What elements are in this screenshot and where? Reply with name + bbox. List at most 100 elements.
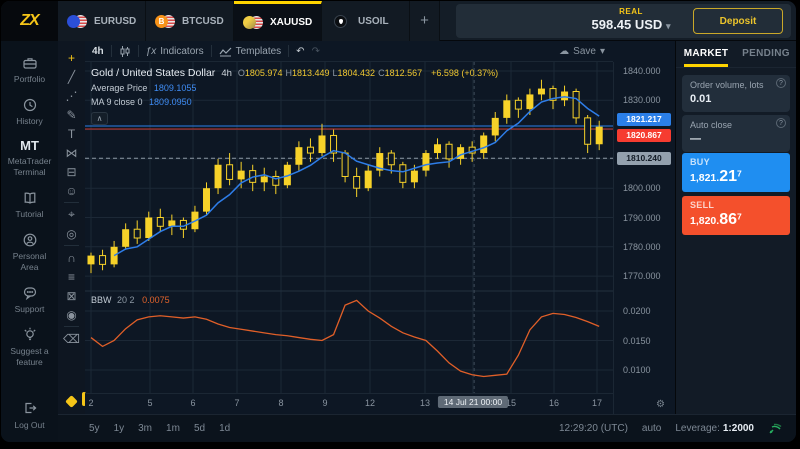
symbol-name[interactable]: Gold / United States Dollar xyxy=(91,67,215,79)
price-axis[interactable]: ⚙ 1840.0001830.0001800.0001790.0001780.0… xyxy=(613,62,675,414)
sidebar-item-tutorial[interactable]: Tutorial xyxy=(1,189,58,220)
sidebar-item-portfolio[interactable]: Portfolio xyxy=(1,54,58,85)
sidebar-item-suggest-a-feature[interactable]: Suggest a feature xyxy=(1,326,58,368)
add-instrument-tab-button[interactable]: + xyxy=(410,1,440,41)
remove-drawings-tool-icon[interactable]: ⌫ xyxy=(62,329,81,348)
cloud-icon: ☁ xyxy=(559,46,569,57)
text-tool-icon[interactable]: T xyxy=(62,124,81,143)
sidebar-item-support[interactable]: Support xyxy=(1,284,58,315)
emoji-tool-icon[interactable]: ☺ xyxy=(62,181,81,200)
instrument-tab-xauusd[interactable]: XAUUSD xyxy=(234,1,322,41)
instrument-tab-btcusd[interactable]: BBTCUSD xyxy=(146,1,234,41)
indicators-button[interactable]: ƒx Indicators xyxy=(146,46,204,57)
fib-retracement-tool-icon[interactable]: ⋰ xyxy=(62,86,81,105)
save-button[interactable]: ☁ Save ▾ xyxy=(559,46,605,57)
order-volume-field[interactable]: Order volume, lots 0.01 ? xyxy=(682,75,790,112)
instrument-tab-eurusd[interactable]: EURUSD xyxy=(58,1,146,41)
legend-timeframe: 4h xyxy=(221,68,232,79)
exness-logo[interactable]: ZX xyxy=(1,1,58,41)
crosshair-tool-icon[interactable]: + xyxy=(62,48,81,67)
ohlc-values: O1805.974H1813.449L1804.432C1812.567 xyxy=(238,67,425,79)
help-icon[interactable]: ? xyxy=(776,78,786,88)
range-button-1y[interactable]: 1y xyxy=(114,423,125,434)
price-tick: 1790.000 xyxy=(623,213,661,223)
range-button-1d[interactable]: 1d xyxy=(219,423,230,434)
measure-tool-icon[interactable]: ⌖ xyxy=(62,205,81,224)
sidebar-item-personal-area[interactable]: Personal Area xyxy=(1,231,58,273)
xabcd-pattern-tool-icon[interactable]: ⋈ xyxy=(62,143,81,162)
buy-button[interactable]: BUY 1,821.217 xyxy=(682,153,790,192)
time-axis-label: 16 xyxy=(549,398,559,408)
show-drawings-tool-icon[interactable]: ≡ xyxy=(62,267,81,286)
order-tab-pending[interactable]: PENDING xyxy=(736,41,796,67)
overlay-value: 1809.0950 xyxy=(149,97,192,107)
indicator-name: BBW xyxy=(91,295,112,305)
book-icon xyxy=(22,189,38,206)
bottom-bar: 5y1y3m1m5d1d 12:29:20 (UTC) auto Leverag… xyxy=(58,414,796,442)
candles-icon xyxy=(119,45,131,58)
chart-legend: Gold / United States Dollar 4h O1805.974… xyxy=(91,67,498,125)
order-volume-label: Order volume, lots xyxy=(690,80,782,90)
time-axis[interactable]: 256789121315161714 Jul 21 00:00 xyxy=(85,393,613,414)
timezone-mode[interactable]: auto xyxy=(642,423,661,434)
deposit-button[interactable]: Deposit xyxy=(693,8,783,34)
trend-line-tool-icon[interactable]: ╱ xyxy=(62,67,81,86)
undo-icon[interactable]: ↶ xyxy=(296,46,304,57)
position-tool-icon[interactable]: ⊟ xyxy=(62,162,81,181)
range-button-1m[interactable]: 1m xyxy=(166,423,180,434)
crosshair-time-tag: 14 Jul 21 00:00 xyxy=(438,396,508,408)
magnet-tool-icon[interactable]: ∩ xyxy=(62,248,81,267)
indicator-tick: 0.0150 xyxy=(623,336,651,346)
toolbar-separator xyxy=(138,45,139,57)
range-button-5d[interactable]: 5d xyxy=(194,423,205,434)
candle-style-button[interactable] xyxy=(119,45,131,58)
sell-price: 1,820.867 xyxy=(690,211,782,229)
lock-drawings-tool-icon[interactable]: ⊠ xyxy=(62,286,81,305)
settings-gear-icon[interactable]: ⚙ xyxy=(656,399,665,410)
indicator-legend: BBW 20 2 0.0075 xyxy=(91,295,170,305)
order-tab-market[interactable]: MARKET xyxy=(676,41,736,67)
sidebar-item-history[interactable]: History xyxy=(1,96,58,127)
time-axis-label: 13 xyxy=(420,398,430,408)
sell-price-tag: 1820.867 xyxy=(617,129,671,142)
indicator-params: 20 2 xyxy=(117,295,135,305)
hide-drawings-tool-icon[interactable]: ◉ xyxy=(62,305,81,324)
zoom-tool-icon[interactable]: ◎ xyxy=(62,224,81,243)
order-volume-value: 0.01 xyxy=(690,93,782,105)
range-buttons: 5y 1y 3m 1m 5d 1d xyxy=(89,423,230,434)
chevron-down-icon: ▾ xyxy=(600,46,605,57)
auto-close-field[interactable]: Auto close — ? xyxy=(682,115,790,152)
price-change: +6.598 (+0.37%) xyxy=(431,68,498,78)
indicators-label: Indicators xyxy=(160,46,203,57)
collapse-legend-button[interactable]: ∧ xyxy=(91,112,108,125)
trading-terminal: ZX EURUSDBBTCUSDXAUUSDUSOIL+ REAL 598.45… xyxy=(1,1,796,442)
chevron-down-icon: ▾ xyxy=(666,21,671,31)
help-icon[interactable]: ? xyxy=(776,118,786,128)
indicator-tick: 0.0200 xyxy=(623,306,651,316)
sell-button[interactable]: SELL 1,820.867 xyxy=(682,196,790,235)
overlay-label: MA 9 close 0 xyxy=(91,97,143,107)
buy-price: 1,821.217 xyxy=(690,168,782,186)
price-tick: 1830.000 xyxy=(623,95,661,105)
range-button-3m[interactable]: 3m xyxy=(138,423,152,434)
account-balance[interactable]: REAL 598.45 USD ▾ Deposit xyxy=(456,4,791,38)
range-button-5y[interactable]: 5y xyxy=(89,423,100,434)
sidebar-item-log-out[interactable]: Log Out xyxy=(1,400,58,431)
toolbar-separator xyxy=(64,326,79,327)
overlay-label: Average Price xyxy=(91,83,147,93)
toolbar-separator xyxy=(288,45,289,57)
instrument-tab-usoil[interactable]: USOIL xyxy=(322,1,410,41)
templates-button[interactable]: Templates xyxy=(219,46,282,57)
brush-tool-icon[interactable]: ✎ xyxy=(62,105,81,124)
instrument-tabs: EURUSDBBTCUSDXAUUSDUSOIL+ xyxy=(58,1,440,41)
oil-drop-icon xyxy=(331,14,351,29)
sidebar-item-metatrader-terminal[interactable]: MTMetaTrader Terminal xyxy=(1,138,58,178)
time-axis-label: 9 xyxy=(322,398,327,408)
redo-icon[interactable]: ↷ xyxy=(312,46,320,57)
chart-canvas[interactable]: Gold / United States Dollar 4h O1805.974… xyxy=(85,62,613,393)
time-axis-label: 6 xyxy=(190,398,195,408)
lightbulb-icon xyxy=(22,326,38,343)
fx-icon: ƒx xyxy=(146,46,157,57)
timeframe-button[interactable]: 4h xyxy=(92,46,104,57)
crosshair-price-tag: 1810.240 xyxy=(617,152,671,165)
